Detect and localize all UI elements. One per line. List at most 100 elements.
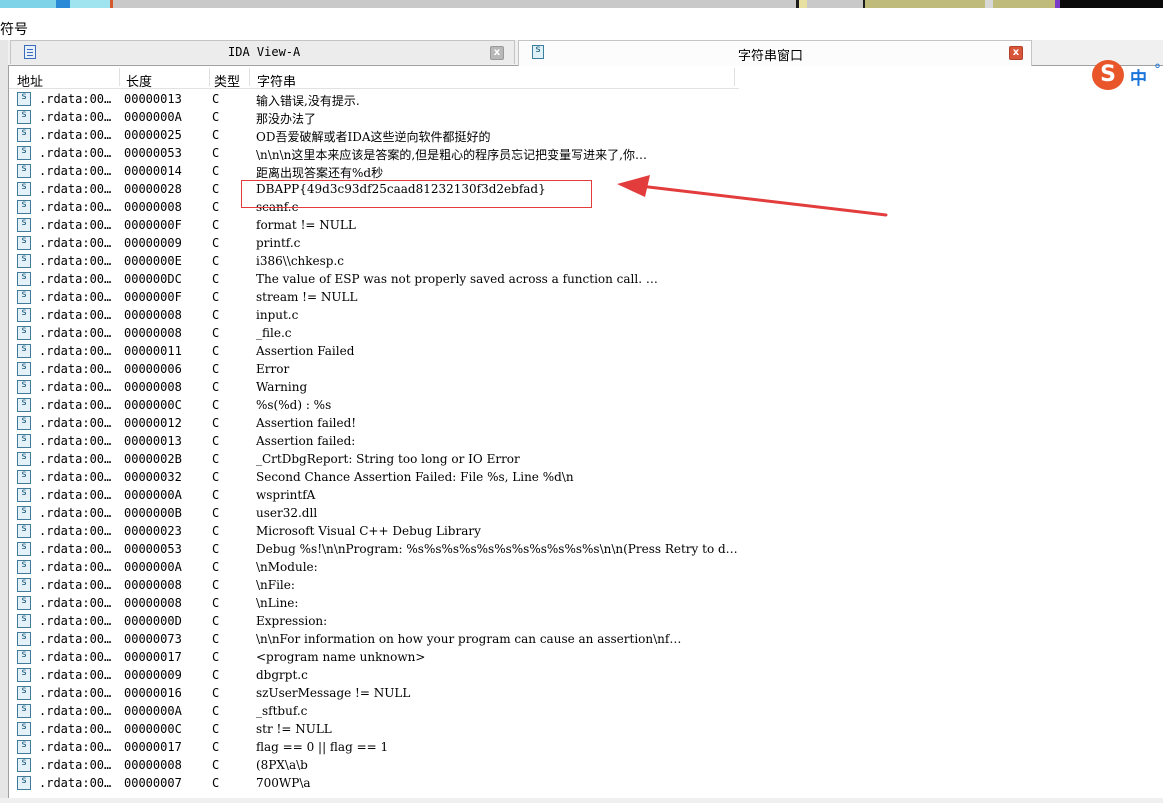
table-row[interactable]: .rdata:00… 00000006 C Error: [9, 360, 749, 378]
table-row[interactable]: .rdata:00… 00000011 C Assertion Failed: [9, 342, 749, 360]
cell-string: Second Chance Assertion Failed: File %s,…: [256, 470, 574, 484]
cell-length: 00000008: [124, 200, 182, 214]
cell-string: OD吾爱破解或者IDA这些逆向软件都挺好的: [256, 130, 491, 144]
table-row[interactable]: .rdata:00… 00000012 C Assertion failed!: [9, 414, 749, 432]
cell-type: C: [212, 542, 220, 556]
cell-address: .rdata:00…: [39, 578, 112, 592]
flag-highlight-box: [241, 180, 592, 208]
cell-address: .rdata:00…: [39, 110, 112, 124]
cell-type: C: [212, 758, 220, 772]
cell-type: C: [212, 578, 220, 592]
table-row[interactable]: .rdata:00… 0000000F Cformat != NULL: [9, 216, 749, 234]
table-row[interactable]: .rdata:00… 00000008 C \nLine:: [9, 594, 749, 612]
table-row[interactable]: .rdata:00… 0000000A C \nModule:: [9, 558, 749, 576]
cell-string: szUserMessage != NULL: [256, 686, 411, 700]
cell-type: C: [212, 110, 220, 124]
ime-logo-icon[interactable]: S: [1092, 60, 1124, 90]
ime-mode-label[interactable]: 中: [1130, 64, 1147, 89]
cell-address: .rdata:00…: [39, 308, 112, 322]
cell-string: (8PX\a\b: [256, 758, 308, 772]
table-row[interactable]: .rdata:00… 0000000A CwsprintfA: [9, 486, 749, 504]
string-item-icon: [17, 379, 31, 394]
string-item-icon: [17, 253, 31, 268]
ime-toolbar[interactable]: S 中 °: [1092, 60, 1163, 90]
table-row[interactable]: .rdata:00… 00000009 Cprintf.c: [9, 234, 749, 252]
column-header-string[interactable]: 字符串: [257, 71, 296, 90]
table-row[interactable]: .rdata:00… 0000000D C Expression:: [9, 612, 749, 630]
table-row[interactable]: .rdata:00… 00000007 C 700WP\a: [9, 774, 749, 792]
cell-type: C: [212, 668, 220, 682]
table-row[interactable]: .rdata:00… 00000025 C OD吾爱破解或者IDA这些逆向软件都挺好的: [9, 126, 749, 144]
cell-length: 0000000B: [124, 506, 182, 520]
column-header-address[interactable]: 地址: [17, 71, 43, 90]
table-row[interactable]: .rdata:00… 00000008 C \nFile:: [9, 576, 749, 594]
cell-address: .rdata:00…: [39, 560, 112, 574]
close-icon[interactable]: x: [1009, 46, 1023, 60]
table-row[interactable]: .rdata:00… 0000000B Cuser32.dll: [9, 504, 749, 522]
cell-type: C: [212, 308, 220, 322]
cell-address: .rdata:00…: [39, 686, 112, 700]
string-item-icon: [17, 775, 31, 790]
cell-address: .rdata:00…: [39, 542, 112, 556]
close-icon[interactable]: x: [490, 46, 504, 60]
cell-type: C: [212, 236, 220, 250]
cell-length: 0000000F: [124, 290, 182, 304]
column-header-length[interactable]: 长度: [126, 71, 152, 90]
tab-strings-window[interactable]: 字符串窗口 x: [518, 40, 1032, 66]
cell-length: 0000000C: [124, 398, 182, 412]
table-row[interactable]: .rdata:00… 00000008 C Warning: [9, 378, 749, 396]
table-row[interactable]: .rdata:00… 00000017 C <program name unknown…: [9, 648, 749, 666]
cell-type: C: [212, 704, 220, 718]
cell-length: 00000008: [124, 380, 182, 394]
cell-type: C: [212, 398, 220, 412]
table-row[interactable]: .rdata:00… 0000000A C 那没办法了: [9, 108, 749, 126]
table-row[interactable]: .rdata:00… 00000073 C \n\nFor information o…: [9, 630, 749, 648]
cell-length: 00000053: [124, 542, 182, 556]
section-label: 符号: [0, 22, 28, 38]
cell-string: Microsoft Visual C++ Debug Library: [256, 524, 481, 538]
table-row[interactable]: .rdata:00… 0000002B C _CrtDbgReport: String…: [9, 450, 749, 468]
table-row[interactable]: .rdata:00… 00000008 C _file.c: [9, 324, 749, 342]
cell-type: C: [212, 596, 220, 610]
string-item-icon: [17, 613, 31, 628]
table-row[interactable]: .rdata:00… 00000053 C Debug %s!\n\nProgram:…: [9, 540, 749, 558]
table-row[interactable]: .rdata:00… 00000008 Cinput.c: [9, 306, 749, 324]
ime-punct-label[interactable]: °: [1154, 62, 1161, 78]
table-row[interactable]: .rdata:00… 00000013 C Assertion failed:: [9, 432, 749, 450]
table-row[interactable]: .rdata:00… 00000008 C (8PX\a\b: [9, 756, 749, 774]
string-item-icon: [17, 271, 31, 286]
cell-type: C: [212, 452, 220, 466]
table-row[interactable]: .rdata:00… 00000053 C \n\n\n这里本来应该是答案的,但是粗心…: [9, 144, 749, 162]
table-row[interactable]: .rdata:00… 0000000E Ci386\\chkesp.c: [9, 252, 749, 270]
table-row[interactable]: .rdata:00… 00000016 CszUserMessage != NULL: [9, 684, 749, 702]
disassembly-view-icon: [24, 45, 36, 59]
cell-type: C: [212, 200, 220, 214]
tab-ida-view[interactable]: IDA View-A x: [10, 40, 515, 64]
table-row[interactable]: .rdata:00… 00000032 C Second Chance Asserti…: [9, 468, 749, 486]
table-row[interactable]: .rdata:00… 0000000F Cstream != NULL: [9, 288, 749, 306]
cell-length: 00000014: [124, 164, 182, 178]
table-row[interactable]: .rdata:00… 00000009 Cdbgrpt.c: [9, 666, 749, 684]
cell-type: C: [212, 380, 220, 394]
string-item-icon: [17, 217, 31, 232]
table-row[interactable]: .rdata:00… 0000000C C %s(%d) : %s: [9, 396, 749, 414]
cell-string: Expression:: [256, 614, 328, 628]
cell-length: 00000008: [124, 758, 182, 772]
table-row[interactable]: .rdata:00… 0000000C Cstr != NULL: [9, 720, 749, 738]
table-row[interactable]: .rdata:00… 00000014 C 距离出现答案还有%d秒: [9, 162, 749, 180]
cell-address: .rdata:00…: [39, 650, 112, 664]
table-row[interactable]: .rdata:00… 00000023 C Microsoft Visual C++ …: [9, 522, 749, 540]
string-item-icon: [17, 343, 31, 358]
tab-strings-window-label: 字符串窗口: [738, 49, 804, 64]
string-item-icon: [17, 685, 31, 700]
table-row[interactable]: .rdata:00… 0000000A C _sftbuf.c: [9, 702, 749, 720]
column-header-type[interactable]: 类型: [214, 71, 240, 90]
strings-view[interactable]: 地址 长度 类型 字符串 .rdata:00… 00000013 C 输入错误,没有提…: [8, 66, 1163, 803]
string-item-icon: [17, 145, 31, 160]
cell-type: C: [212, 146, 220, 160]
table-row[interactable]: .rdata:00… 00000017 Cflag == 0 || flag == …: [9, 738, 749, 756]
table-row[interactable]: .rdata:00… 000000DC C The value of ESP was …: [9, 270, 749, 288]
cell-length: 00000028: [124, 182, 182, 196]
table-row[interactable]: .rdata:00… 00000013 C 输入错误,没有提示.: [9, 90, 749, 108]
cell-type: C: [212, 326, 220, 340]
